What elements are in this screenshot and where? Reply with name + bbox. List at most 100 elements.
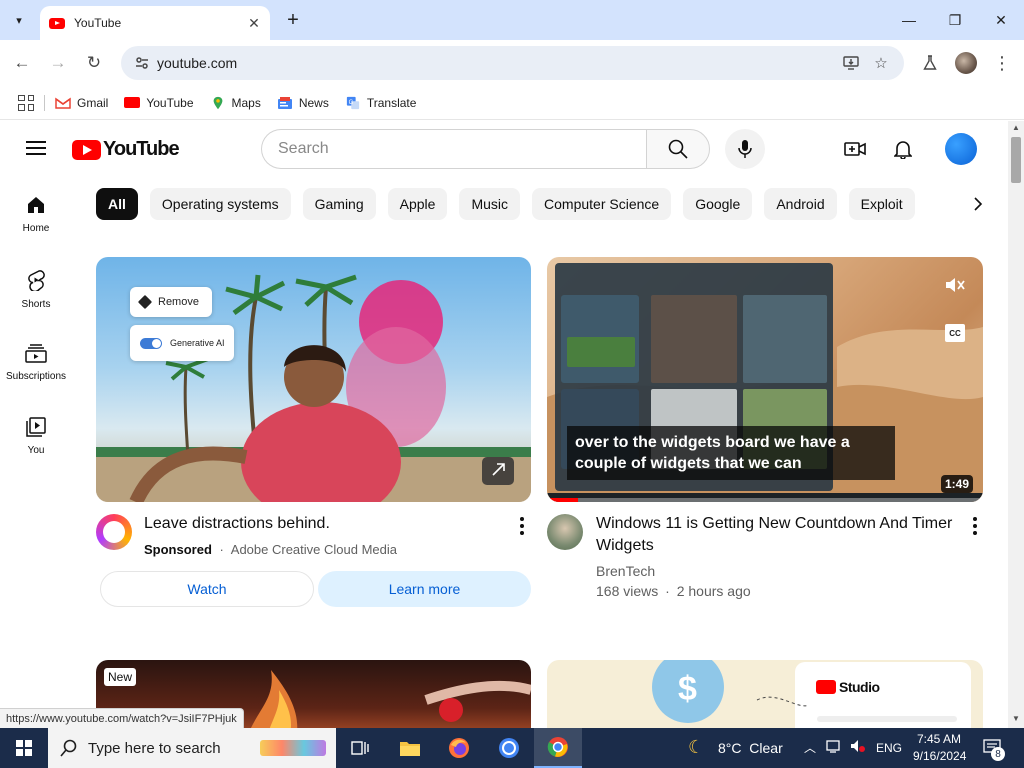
row2-thumbnail-2[interactable]: $ Studio	[547, 660, 983, 728]
tab-youtube[interactable]: YouTube ✕	[40, 6, 270, 40]
bookmark-maps[interactable]: Maps	[210, 96, 261, 110]
volume-muted-icon[interactable]	[850, 738, 866, 757]
reload-button[interactable]: ↻	[80, 49, 108, 77]
restore-button[interactable]: ❐	[932, 0, 978, 40]
file-explorer-button[interactable]	[386, 728, 434, 768]
search-button[interactable]	[646, 129, 710, 169]
chip-computer-science[interactable]: Computer Science	[532, 188, 672, 220]
apps-grid-icon[interactable]	[18, 94, 34, 111]
sidebar-label: Shorts	[21, 299, 51, 310]
chip-exploit[interactable]: Exploit	[848, 188, 915, 220]
sidebar-item-shorts[interactable]: Shorts	[0, 251, 72, 323]
volume-muted-icon	[946, 278, 965, 292]
create-button[interactable]	[839, 133, 871, 165]
meta-dot: ·	[665, 583, 670, 599]
you-icon	[26, 417, 46, 437]
ad-thumbnail[interactable]: Remove Generative AI	[96, 257, 531, 502]
channel-name[interactable]: BrenTech	[596, 563, 655, 579]
scroll-up-icon[interactable]: ▲	[1012, 123, 1020, 132]
chip-all[interactable]: All	[96, 188, 138, 220]
bookmark-label: Gmail	[77, 95, 109, 110]
maps-icon	[213, 96, 222, 109]
chip-android[interactable]: Android	[764, 188, 837, 220]
subscriptions-icon	[25, 344, 47, 363]
minimize-button[interactable]: —	[886, 0, 932, 40]
notifications-button[interactable]	[887, 133, 919, 165]
clock-time[interactable]: 7:45 AM	[917, 732, 961, 746]
chip-google[interactable]: Google	[683, 188, 753, 220]
mute-button[interactable]	[943, 275, 967, 295]
chips-next-button[interactable]	[962, 188, 994, 220]
video-thumbnail[interactable]: over to the widgets board we have a coup…	[547, 257, 983, 502]
new-tab-button[interactable]: +	[282, 8, 304, 32]
show-hidden-icons-chevron-icon[interactable]: ︿	[804, 739, 816, 756]
back-button[interactable]: ←	[8, 49, 36, 77]
firefox-button[interactable]	[435, 728, 483, 768]
weather-icon[interactable]: ☾	[688, 737, 704, 758]
page-scrollbar[interactable]: ▲ ▼	[1008, 121, 1024, 728]
adobe-cc-avatar[interactable]	[96, 514, 132, 550]
search-input[interactable]: Search	[261, 129, 647, 169]
learn-more-button[interactable]: Learn more	[318, 571, 531, 607]
youtube-logo-text: YouTube	[103, 138, 180, 160]
chrome-button[interactable]	[485, 728, 533, 768]
new-badge: New	[104, 668, 137, 686]
scroll-down-icon[interactable]: ▼	[1012, 714, 1020, 723]
bookmarks-separator	[44, 94, 45, 111]
ad-title[interactable]: Leave distractions behind.	[144, 513, 484, 535]
row2-thumbnail-2-art: $	[652, 660, 971, 728]
labs-flask-icon[interactable]	[916, 49, 944, 77]
profile-button[interactable]	[952, 49, 980, 77]
bookmark-star-icon[interactable]: ☆	[866, 48, 896, 78]
bookmarks-bar: Gmail YouTube Maps News G Translate	[0, 86, 1024, 120]
guide-menu-icon[interactable]	[24, 137, 48, 161]
scrollbar-thumb[interactable]	[1011, 137, 1021, 183]
tab-search-button[interactable]: ▾	[6, 8, 32, 32]
sidebar-item-you[interactable]: You	[0, 399, 72, 471]
tab-close-icon[interactable]: ✕	[244, 13, 264, 33]
url-text[interactable]: youtube.com	[157, 55, 836, 71]
watch-progress-fill	[547, 498, 578, 502]
caption-line-1: over to the widgets board we have a	[575, 434, 850, 451]
input-language[interactable]: ENG	[876, 741, 902, 755]
watch-button[interactable]: Watch	[100, 571, 314, 607]
meta-dot: ·	[219, 542, 224, 557]
address-bar[interactable]: youtube.com ☆	[121, 46, 904, 80]
install-app-icon[interactable]	[836, 48, 866, 78]
video-more-options-icon[interactable]	[963, 514, 987, 538]
taskbar-search-box[interactable]: Type here to search	[48, 728, 336, 768]
network-icon[interactable]	[826, 738, 842, 757]
brentech-avatar[interactable]	[547, 514, 583, 550]
close-window-button[interactable]: ✕	[978, 0, 1024, 40]
toggle-switch-icon	[140, 337, 162, 349]
chip-apple[interactable]: Apple	[387, 188, 448, 220]
ad-more-options-icon[interactable]	[510, 514, 534, 538]
youtube-logo[interactable]: YouTube	[72, 138, 180, 161]
chip-operating-systems[interactable]: Operating systems	[149, 188, 291, 220]
chrome-active-button[interactable]	[534, 728, 582, 768]
captions-button[interactable]: CC	[945, 324, 965, 342]
clock-date[interactable]: 9/16/2024	[913, 749, 966, 763]
bookmark-gmail[interactable]: Gmail	[55, 96, 108, 110]
profile-avatar	[955, 52, 977, 74]
bookmark-translate[interactable]: G Translate	[345, 96, 416, 110]
remove-overlay-card: Remove	[130, 287, 212, 317]
site-info-icon[interactable]	[127, 56, 157, 70]
chip-music[interactable]: Music	[459, 188, 521, 220]
chip-gaming[interactable]: Gaming	[302, 188, 376, 220]
advertiser-name[interactable]: Adobe Creative Cloud Media	[231, 542, 397, 557]
weather-text[interactable]: 8°C Clear	[718, 740, 783, 756]
bookmark-youtube[interactable]: YouTube	[124, 96, 194, 110]
task-view-button[interactable]	[336, 728, 384, 768]
start-button[interactable]	[0, 728, 48, 768]
video-title[interactable]: Windows 11 is Getting New Countdown And …	[596, 513, 966, 557]
sidebar-item-subscriptions[interactable]: Subscriptions	[0, 325, 72, 397]
voice-search-button[interactable]	[725, 129, 765, 169]
sidebar-item-home[interactable]: Home	[0, 177, 72, 249]
bookmark-news[interactable]: News	[277, 96, 329, 110]
overlay-generative-label: Generative AI	[170, 338, 225, 348]
forward-button[interactable]: →	[44, 49, 72, 77]
chrome-menu-icon[interactable]: ⋮	[988, 49, 1016, 77]
account-avatar[interactable]	[945, 133, 977, 165]
browser-toolbar: ← → ↻ youtube.com ☆ ⋮	[0, 40, 1024, 86]
